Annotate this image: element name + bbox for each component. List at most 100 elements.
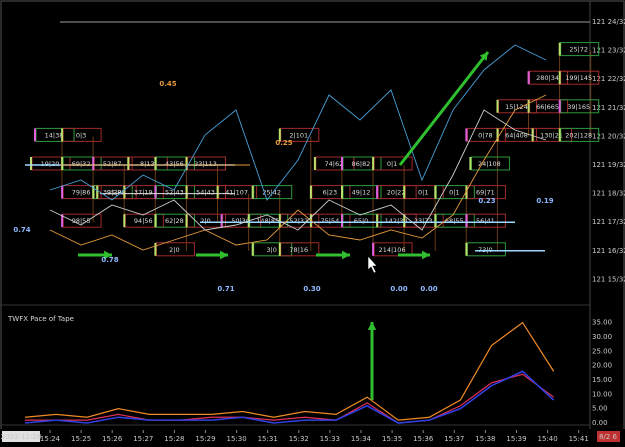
- footprint-label: 78|16: [289, 246, 308, 254]
- footprint-cell: 24|108: [469, 156, 510, 171]
- footprint-label: 79|86: [72, 189, 91, 197]
- footprint-marker: [34, 128, 36, 142]
- footprint-label: 0|3: [76, 131, 86, 139]
- footprint-marker: [220, 214, 223, 228]
- time-label: 15:37: [444, 435, 464, 443]
- footprint-label: 148|85: [256, 217, 279, 225]
- footprint-label: 39|165: [567, 103, 590, 111]
- footprint-label: 0|1: [387, 160, 397, 168]
- footprint-cell: 66|665: [527, 99, 569, 114]
- time-label: 15:30: [227, 435, 247, 443]
- footprint-cell: 78|16: [278, 242, 320, 257]
- footprint-marker: [154, 214, 157, 228]
- indicator-axis-label: 10.00: [592, 390, 612, 398]
- footprint-marker: [527, 99, 530, 113]
- footprint-cell: 73|0: [465, 242, 506, 257]
- footprint-cell: 20|22: [376, 185, 417, 200]
- footprint-marker: [185, 185, 188, 199]
- footprint-cell: 0|1: [403, 185, 444, 200]
- footprint-marker: [496, 99, 499, 113]
- footprint-label: 202|128: [565, 131, 592, 139]
- footprint-cell: 52|43: [154, 185, 195, 200]
- footprint-label: 95|89: [107, 189, 126, 197]
- footprint-marker: [92, 157, 95, 170]
- footprint-marker: [278, 242, 281, 256]
- footprint-marker: [61, 157, 64, 170]
- footprint-marker: [465, 242, 468, 256]
- footprint-cell: 56|41: [465, 213, 506, 228]
- footprint-label: 41|107: [225, 189, 248, 197]
- annotation-value: 0.78: [101, 256, 118, 264]
- footprint-label: 199|145: [565, 74, 592, 82]
- footprint-cell: 68|55: [434, 213, 475, 228]
- footprint-marker: [372, 242, 375, 256]
- footprint-label: 74|62: [325, 160, 344, 168]
- price-axis-label: 121 19/32: [592, 161, 625, 169]
- footprint-label: 20|22: [387, 189, 406, 197]
- time-label: 15:27: [133, 435, 153, 443]
- footprint-label: 69|32: [72, 160, 91, 168]
- indicator-axis-label: 5.00: [592, 405, 608, 413]
- footprint-marker: [341, 157, 343, 170]
- indicator-axis-label: 15.00: [592, 376, 612, 384]
- footprint-marker: [434, 214, 437, 228]
- footprint-label: 75|54: [321, 217, 340, 225]
- footprint-cell: 69|32: [61, 156, 102, 171]
- green-arrow-head: [367, 322, 377, 330]
- footprint-cell: 8|13: [127, 156, 168, 171]
- footprint-marker: [558, 128, 561, 142]
- footprint-label: 33|113: [194, 160, 217, 168]
- footprint-label: 280|34: [536, 74, 559, 82]
- chart-canvas[interactable]: 121 24/32 121 23/32 121 22/32 121 21/32 121 …: [0, 0, 625, 447]
- footprint-marker: [251, 185, 254, 199]
- annotation-value: 0.45: [159, 80, 176, 88]
- footprint-label: 25|72: [569, 46, 588, 54]
- footprint-marker: [558, 42, 561, 56]
- time-label: 15:26: [102, 435, 123, 443]
- trading-chart[interactable]: 121 24/32 121 23/32 121 22/32 121 21/32 121 …: [0, 0, 625, 447]
- footprint-marker: [216, 185, 219, 199]
- footprint-marker: [465, 214, 468, 228]
- green-arrow: [398, 51, 490, 166]
- footprint-label: 65|0: [354, 217, 369, 225]
- indicator-axis-label: 35.00: [592, 319, 612, 327]
- footprint-marker: [30, 157, 32, 170]
- price-axis-label: 121 15/32: [592, 275, 625, 283]
- annotation-value: 0.74: [13, 226, 30, 234]
- price-axis-label: 121 20/32: [592, 132, 625, 140]
- footprint-cell: 19|20: [30, 156, 71, 171]
- footprint-marker: [403, 185, 406, 199]
- footprint-label: 66|665: [536, 103, 559, 111]
- footprint-marker: [376, 185, 379, 199]
- time-label: 15:34: [351, 435, 372, 443]
- footprint-label: 2|0: [169, 246, 179, 254]
- pace-series-line: [24, 370, 555, 424]
- price-axis-label: 121 23/32: [592, 47, 625, 55]
- footprint-label: 19|20: [41, 160, 60, 168]
- footprint-marker: [341, 214, 343, 228]
- footprint-marker: [531, 128, 534, 142]
- price-axis-label: 121 18/32: [592, 190, 625, 198]
- footprint-cell: 52|87: [92, 156, 133, 171]
- footprint-cell: 50|30: [220, 213, 262, 228]
- footprint-cell: 14|38: [34, 127, 75, 142]
- time-label: 15:38: [475, 435, 495, 443]
- footprint-marker: [96, 185, 99, 199]
- indicator-axis-label: 0.00: [592, 419, 608, 427]
- annotation-value: 0.30: [303, 285, 320, 293]
- annotation-value: 0.19: [536, 197, 553, 205]
- time-label: 15:40: [538, 435, 558, 443]
- time-label: 15:35: [382, 435, 402, 443]
- footprint-marker: [154, 242, 157, 256]
- footprint-label: 14|38: [45, 131, 64, 139]
- time-label: 15:25: [71, 435, 91, 443]
- footprint-marker: [61, 128, 64, 142]
- footprint-marker: [372, 157, 375, 170]
- footprint-label: 62|28: [165, 217, 184, 225]
- footprint-cell: 94|56: [123, 213, 164, 228]
- footprint-marker: [154, 185, 157, 199]
- footprint-marker: [469, 157, 472, 170]
- footprint-label: 69|71: [476, 189, 495, 197]
- price-badge-label: 8/2 6: [599, 433, 617, 441]
- footprint-cell: 0|3: [61, 127, 102, 142]
